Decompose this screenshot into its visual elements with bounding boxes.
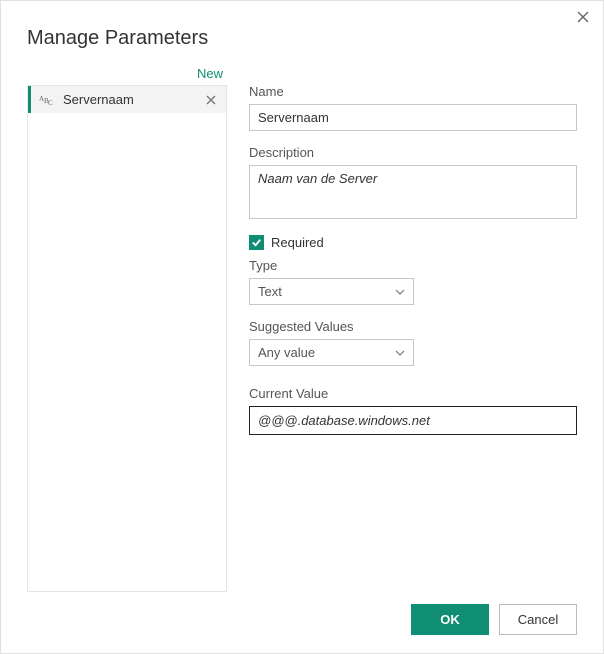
svg-text:C: C bbox=[48, 99, 53, 107]
type-dropdown[interactable]: Text bbox=[249, 278, 414, 305]
delete-parameter-button[interactable] bbox=[204, 93, 218, 107]
type-value: Text bbox=[258, 284, 282, 299]
parameter-list: A B C Servernaam bbox=[27, 85, 227, 592]
chevron-down-icon bbox=[395, 289, 405, 295]
cancel-button[interactable]: Cancel bbox=[499, 604, 577, 635]
close-icon bbox=[577, 11, 589, 23]
current-value-input[interactable] bbox=[249, 406, 577, 435]
ok-button[interactable]: OK bbox=[411, 604, 489, 635]
chevron-down-icon bbox=[395, 350, 405, 356]
current-value-label: Current Value bbox=[249, 386, 577, 401]
dialog-title: Manage Parameters bbox=[27, 27, 577, 50]
new-parameter-link[interactable]: New bbox=[197, 66, 227, 81]
required-checkbox[interactable] bbox=[249, 235, 264, 250]
type-label: Type bbox=[249, 258, 577, 273]
description-input[interactable] bbox=[249, 165, 577, 219]
parameter-item[interactable]: A B C Servernaam bbox=[28, 86, 226, 113]
required-label: Required bbox=[271, 235, 324, 250]
name-label: Name bbox=[249, 84, 577, 99]
check-icon bbox=[251, 237, 262, 248]
suggested-values-value: Any value bbox=[258, 345, 315, 360]
close-button[interactable] bbox=[573, 7, 593, 27]
text-type-icon: A B C bbox=[39, 93, 55, 107]
parameter-item-label: Servernaam bbox=[63, 92, 196, 107]
dialog-footer: OK Cancel bbox=[27, 604, 577, 635]
delete-icon bbox=[206, 95, 216, 105]
name-input[interactable] bbox=[249, 104, 577, 131]
parameter-sidebar: New A B C Servernaam bbox=[27, 66, 227, 592]
parameter-detail-pane: Name Description Required Type Text Sugg… bbox=[249, 66, 577, 592]
suggested-values-label: Suggested Values bbox=[249, 319, 577, 334]
description-label: Description bbox=[249, 145, 577, 160]
suggested-values-dropdown[interactable]: Any value bbox=[249, 339, 414, 366]
